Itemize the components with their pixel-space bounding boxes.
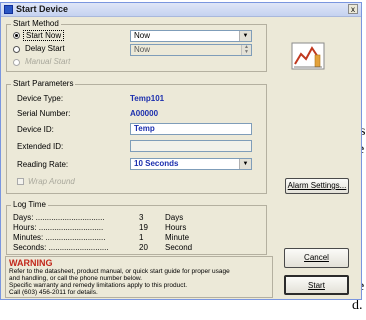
warning-title: WARNING: [9, 258, 53, 268]
log-hours-label: Hours: .............................: [13, 223, 104, 232]
reading-rate-value: 10 Seconds: [134, 159, 179, 168]
reading-rate-select[interactable]: 10 Seconds ▼: [130, 158, 252, 170]
serial-number-value: A00000: [130, 109, 159, 118]
spinner-icon[interactable]: ▲ ▼: [241, 45, 251, 55]
wrap-around-checkbox: [17, 178, 24, 185]
device-id-value: Temp: [134, 124, 155, 133]
start-now-radio[interactable]: [13, 32, 20, 39]
alarm-settings-button[interactable]: Alarm Settings...: [285, 178, 349, 194]
log-hours-unit: Hours: [165, 223, 187, 232]
start-label: Start: [308, 281, 325, 290]
warning-line-2: and handling, or call the phone number b…: [9, 275, 142, 282]
serial-number-label: Serial Number:: [17, 109, 71, 118]
delay-start-radio[interactable]: [13, 46, 20, 53]
log-minutes-unit: Minute: [165, 233, 190, 242]
window-title: Start Device: [16, 4, 69, 14]
start-parameters-group: Start Parameters Device Type: Temp101 Se…: [6, 79, 267, 194]
start-now-select[interactable]: Now ▼: [130, 30, 252, 42]
extended-id-input[interactable]: [130, 140, 252, 152]
warning-line-4: Call (603) 456-2011 for details.: [9, 289, 98, 296]
warning-box: WARNING Refer to the datasheet, product …: [5, 256, 273, 298]
warning-line-1: Refer to the datasheet, product manual, …: [9, 268, 230, 275]
graph-icon: [291, 42, 325, 70]
start-method-group: Start Method Start Now Now ▼ Delay Start…: [6, 19, 267, 72]
cancel-label: Cancel: [304, 253, 329, 262]
manual-start-radio: [13, 59, 20, 66]
log-time-group: Log Time Days: .........................…: [6, 200, 267, 255]
delay-start-field[interactable]: Now ▲ ▼: [130, 44, 252, 56]
chevron-down-icon[interactable]: ▼: [239, 159, 251, 169]
log-time-title: Log Time: [11, 200, 48, 209]
log-seconds-label: Seconds: ...........................: [13, 243, 109, 252]
start-parameters-title: Start Parameters: [11, 79, 76, 88]
start-now-label[interactable]: Start Now: [23, 30, 65, 41]
delay-start-field-value: Now: [134, 45, 151, 54]
log-days-label: Days: ...............................: [13, 213, 105, 222]
extended-id-label: Extended ID:: [17, 142, 64, 151]
delay-start-label[interactable]: Delay Start: [25, 44, 65, 53]
start-now-select-value: Now: [134, 31, 151, 40]
close-button[interactable]: x: [348, 4, 358, 14]
log-minutes-value: 1: [139, 233, 144, 242]
log-seconds-value: 20: [139, 243, 148, 252]
title-bar: Start Device x: [1, 3, 361, 17]
device-id-label: Device ID:: [17, 125, 54, 134]
start-button[interactable]: Start: [284, 275, 349, 295]
manual-start-label: Manual Start: [25, 57, 71, 66]
chevron-down-icon[interactable]: ▼: [239, 31, 251, 41]
start-method-title: Start Method: [11, 19, 61, 28]
log-hours-value: 19: [139, 223, 148, 232]
wrap-around-label: Wrap Around: [28, 177, 75, 186]
log-days-value: 3: [139, 213, 144, 222]
warning-line-3: Specific warranty and remedy limitations…: [9, 282, 188, 289]
reading-rate-label: Reading Rate:: [17, 160, 69, 169]
device-type-label: Device Type:: [17, 94, 64, 103]
log-minutes-label: Minutes: ...........................: [13, 233, 106, 242]
log-days-unit: Days: [165, 213, 184, 222]
background-text-5: d.: [352, 298, 363, 313]
log-seconds-unit: Second: [165, 243, 193, 252]
alarm-settings-label: Alarm Settings...: [287, 181, 347, 190]
device-id-input[interactable]: Temp: [130, 123, 252, 135]
start-device-dialog: Start Device x Start Method Start Now No…: [0, 2, 362, 300]
device-type-value: Temp101: [130, 94, 165, 103]
cancel-button[interactable]: Cancel: [284, 248, 349, 268]
app-icon: [4, 5, 13, 14]
